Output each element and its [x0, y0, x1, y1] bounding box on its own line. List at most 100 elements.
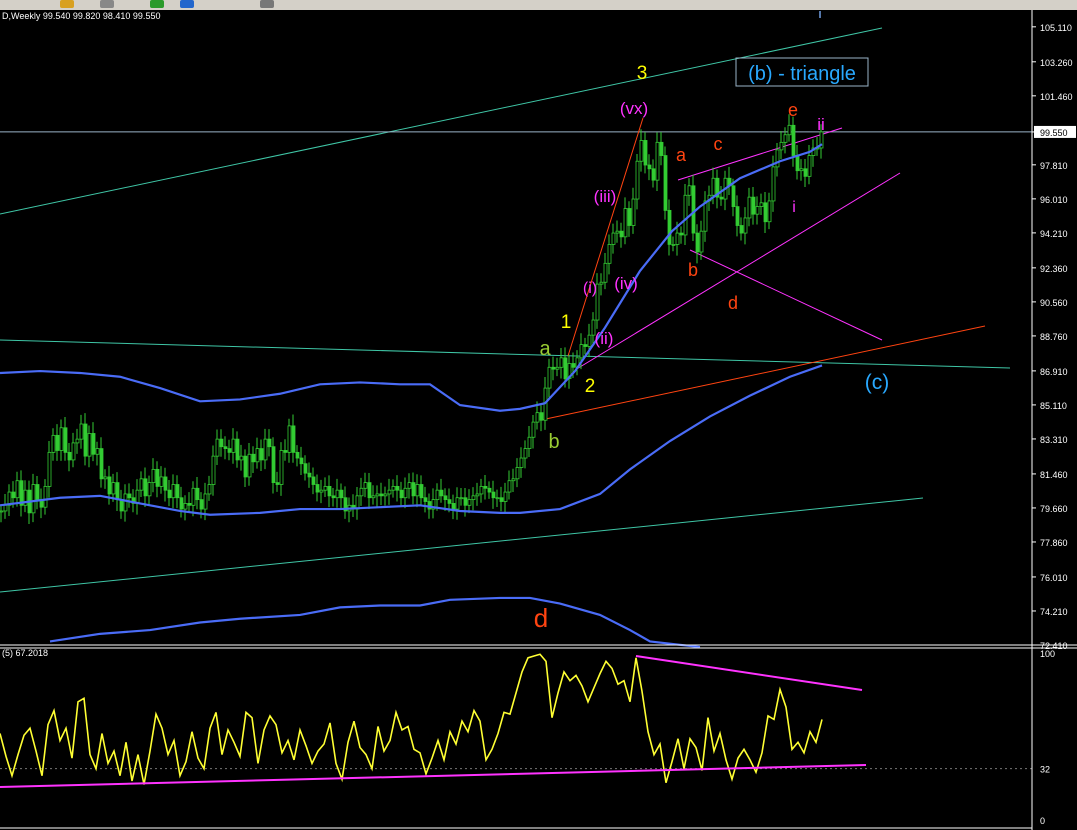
candle-body — [631, 198, 636, 226]
candle-body — [63, 427, 68, 453]
wave-label: 1 — [561, 312, 572, 333]
price-chart[interactable]: 105.110 103.260 101.460 99.550 97.810 96.010 9… — [0, 0, 1077, 830]
candle-body — [167, 489, 172, 499]
candle-body — [463, 497, 468, 506]
oscillator-tick-label: 0 — [1040, 816, 1045, 826]
candle-body — [47, 451, 52, 487]
candle-body — [355, 495, 360, 510]
candle-body — [703, 200, 708, 232]
candle-body — [583, 344, 588, 347]
candle-body — [315, 484, 320, 493]
price-tick-label: 83.310 — [1040, 435, 1068, 445]
price-tick-label: 79.660 — [1040, 504, 1068, 514]
candle-body — [619, 230, 624, 238]
candle-body — [651, 168, 656, 181]
toolbar-button[interactable] — [100, 0, 114, 8]
toolbar-button[interactable] — [60, 0, 74, 8]
candle-body — [667, 209, 672, 245]
candle-body — [287, 425, 292, 453]
candle-body — [731, 185, 736, 208]
candle-body — [127, 493, 132, 499]
candle-body — [263, 438, 268, 461]
candle-body — [559, 357, 564, 368]
candle-body — [427, 501, 432, 510]
wave-label: (iii) — [594, 187, 617, 206]
candle-body — [79, 423, 84, 440]
candle-body — [755, 206, 760, 215]
candle-body — [771, 166, 776, 202]
candle-body — [683, 194, 688, 236]
price-tick-label: 92.360 — [1040, 264, 1068, 274]
candle-body — [687, 185, 692, 196]
candle-body — [679, 232, 684, 236]
candle-body — [363, 482, 368, 489]
candle-body — [467, 499, 472, 506]
candle-body — [275, 482, 280, 485]
candle-body — [515, 467, 520, 480]
candle-body — [183, 503, 188, 510]
candle-body — [807, 155, 812, 177]
candle-body — [627, 208, 632, 226]
candle-body — [223, 446, 228, 449]
candle-body — [11, 491, 16, 499]
candle-body — [527, 436, 532, 449]
candle-body — [335, 489, 340, 499]
candle-body — [235, 438, 240, 461]
oscillator-series — [0, 653, 1032, 788]
candle-body — [711, 177, 716, 196]
candle-body — [423, 497, 428, 502]
candle-body — [107, 476, 112, 495]
candle-body — [391, 485, 396, 491]
candle-body — [179, 497, 184, 510]
price-tick-label: 105.110 — [1040, 23, 1072, 33]
price-tick-label: 81.460 — [1040, 470, 1068, 480]
candle-body — [191, 487, 196, 506]
candle-body — [55, 434, 60, 451]
candle-body — [207, 484, 212, 495]
candle-body — [507, 480, 512, 493]
wave-label: i — [792, 199, 796, 216]
candle-body — [675, 232, 680, 245]
candle-body — [211, 455, 216, 485]
current-price-label: 99.550 — [1040, 128, 1068, 138]
candle-body — [95, 448, 100, 455]
candle-body — [311, 476, 316, 485]
price-tick-label: 85.110 — [1040, 401, 1067, 411]
price-tick-label: 94.210 — [1040, 229, 1068, 239]
candle-body — [623, 208, 628, 238]
candle-body — [151, 468, 156, 484]
price-tick-label: 96.010 — [1040, 195, 1068, 205]
candle-body — [787, 124, 792, 136]
toolbar-button[interactable] — [180, 0, 194, 8]
candle-body — [691, 185, 696, 234]
candle-body — [67, 451, 72, 461]
candle-body — [99, 448, 104, 480]
price-tick-label: 76.010 — [1040, 573, 1068, 583]
candle-body — [175, 484, 180, 499]
candle-body — [279, 450, 284, 485]
oscillator-line — [0, 653, 823, 785]
candle-body — [51, 434, 56, 453]
candle-body — [799, 168, 804, 172]
candle-body — [547, 366, 552, 389]
candle-body — [35, 484, 40, 501]
candle-body — [483, 485, 488, 489]
candle-body — [299, 457, 304, 465]
candle-body — [251, 453, 256, 463]
candle-body — [203, 493, 208, 510]
plus-icon[interactable] — [150, 0, 164, 8]
candle-body — [139, 478, 144, 491]
candle-body — [659, 141, 664, 156]
candle-body — [359, 487, 364, 497]
price-tick-label: 74.210 — [1040, 607, 1068, 617]
candle-body — [399, 489, 404, 499]
candle-body — [443, 495, 448, 501]
candle-body — [743, 217, 748, 234]
candle-body — [295, 451, 300, 459]
candle-body — [319, 489, 324, 493]
oscillator-tick-label: 100 — [1040, 649, 1055, 659]
candle-body — [219, 438, 224, 448]
candle-body — [447, 499, 452, 504]
candle-body — [747, 196, 752, 219]
toolbar-button[interactable] — [260, 0, 274, 8]
